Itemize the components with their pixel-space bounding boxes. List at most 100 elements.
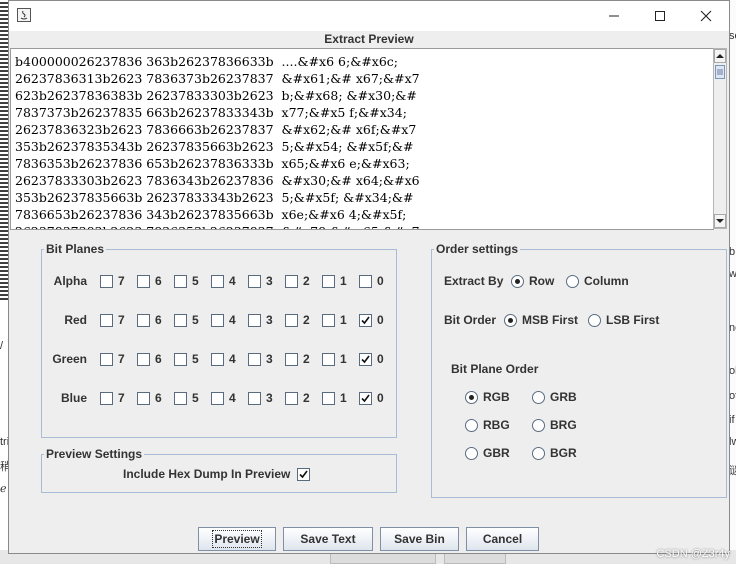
- bit-planes-title: Bit Planes: [44, 242, 107, 256]
- preview-button[interactable]: Preview: [198, 527, 276, 551]
- bit-checkbox-red-1[interactable]: [322, 314, 335, 327]
- plane-order-rgb-radio[interactable]: [465, 391, 478, 404]
- preview-scrollbar[interactable]: [713, 48, 727, 229]
- plane-order-brg-radio[interactable]: [532, 419, 545, 432]
- bit-checkbox-red-5[interactable]: [174, 314, 187, 327]
- bit-label: 3: [266, 313, 273, 327]
- checkmark-icon: [361, 355, 370, 364]
- extract-by-label: Extract By: [444, 274, 504, 288]
- plane-order-gbr-radio[interactable]: [465, 447, 478, 460]
- bit-checkbox-red-7[interactable]: [100, 314, 113, 327]
- bit-label: 2: [303, 313, 310, 327]
- bit-label: 5: [192, 391, 199, 405]
- bit-checkbox-alpha-0[interactable]: [359, 275, 372, 288]
- bit-checkbox-green-2[interactable]: [285, 353, 298, 366]
- bit-checkbox-red-2[interactable]: [285, 314, 298, 327]
- preview-line: 7837373b26237835 663b26237833343b x77;&#…: [15, 105, 407, 120]
- save-text-button-label: Save Text: [300, 532, 356, 546]
- maximize-icon: [655, 11, 665, 21]
- preview-line: 26237833303b2623 7836343b26237836 &#x30;…: [15, 173, 420, 188]
- bit-checkbox-blue-2[interactable]: [285, 392, 298, 405]
- bit-checkbox-blue-7[interactable]: [100, 392, 113, 405]
- bit-plane-row-label: Blue: [60, 391, 87, 405]
- bit-label: 3: [266, 352, 273, 366]
- bit-label: 6: [155, 352, 162, 366]
- background-text-fragment: ol: [729, 365, 736, 377]
- preview-line: 353b26237835663b 26237833343b2623 5;&#x5…: [15, 190, 414, 205]
- scroll-up-button[interactable]: [714, 49, 726, 63]
- preview-line: 26237837383b2623 7836353b26237837 &#x78;…: [15, 224, 420, 229]
- bit-checkbox-blue-0[interactable]: [359, 392, 372, 405]
- extract-by-column-radio[interactable]: [566, 275, 579, 288]
- preview-title: Extract Preview: [324, 32, 414, 46]
- plane-order-rbg-label: RBG: [483, 418, 510, 432]
- preview-line: 623b26237836383b 26237833303b2623 b;&#x6…: [15, 88, 417, 103]
- minimize-button[interactable]: [591, 1, 637, 31]
- hex-dump-checkbox[interactable]: [297, 468, 310, 481]
- preview-text-area[interactable]: b400000026237836 363b26237836633b ....&#…: [10, 48, 714, 230]
- cancel-button-label: Cancel: [482, 532, 523, 546]
- bit-checkbox-blue-1[interactable]: [322, 392, 335, 405]
- bit-checkbox-green-7[interactable]: [100, 353, 113, 366]
- order-settings-title: Order settings: [434, 242, 521, 256]
- bit-checkbox-red-6[interactable]: [137, 314, 150, 327]
- plane-order-rbg-radio[interactable]: [465, 419, 478, 432]
- save-bin-button[interactable]: Save Bin: [380, 527, 459, 551]
- bit-label: 6: [155, 391, 162, 405]
- bit-checkbox-green-1[interactable]: [322, 353, 335, 366]
- bit-checkbox-blue-3[interactable]: [248, 392, 261, 405]
- bit-order-msb-first-label: MSB First: [522, 313, 579, 327]
- close-button[interactable]: [683, 1, 729, 31]
- background-text-fragment: ne: [729, 322, 736, 334]
- bit-checkbox-red-3[interactable]: [248, 314, 261, 327]
- bit-checkbox-green-6[interactable]: [137, 353, 150, 366]
- bit-checkbox-green-5[interactable]: [174, 353, 187, 366]
- plane-order-grb-label: GRB: [550, 390, 577, 404]
- extract-by-column-label: Column: [584, 274, 629, 288]
- background-text-fragment: ℯ: [0, 483, 7, 495]
- bit-label: 5: [192, 274, 199, 288]
- bit-order-lsb-first-radio[interactable]: [588, 314, 601, 327]
- checkmark-icon: [299, 470, 308, 479]
- bit-checkbox-alpha-3[interactable]: [248, 275, 261, 288]
- scroll-down-button[interactable]: [714, 214, 726, 228]
- bit-label: 0: [377, 313, 384, 327]
- background-text-fragment: sc: [729, 30, 736, 42]
- bit-checkbox-alpha-6[interactable]: [137, 275, 150, 288]
- extract-by-row-radio[interactable]: [511, 275, 524, 288]
- bit-order-lsb-first-label: LSB First: [606, 313, 660, 327]
- plane-order-grb-radio[interactable]: [532, 391, 545, 404]
- maximize-button[interactable]: [637, 1, 683, 31]
- bit-checkbox-alpha-2[interactable]: [285, 275, 298, 288]
- scroll-thumb[interactable]: [715, 65, 725, 79]
- bit-checkbox-red-4[interactable]: [211, 314, 224, 327]
- bit-checkbox-alpha-1[interactable]: [322, 275, 335, 288]
- bit-label: 1: [340, 352, 347, 366]
- bit-checkbox-red-0[interactable]: [359, 314, 372, 327]
- extract-by-row-label: Row: [529, 274, 555, 288]
- bit-label: 0: [377, 274, 384, 288]
- bit-checkbox-blue-4[interactable]: [211, 392, 224, 405]
- bit-plane-row-label: Alpha: [53, 274, 87, 288]
- bit-checkbox-blue-6[interactable]: [137, 392, 150, 405]
- bit-label: 7: [118, 313, 125, 327]
- bit-order-label: Bit Order: [444, 313, 497, 327]
- bit-checkbox-green-0[interactable]: [359, 353, 372, 366]
- cancel-button[interactable]: Cancel: [466, 527, 539, 551]
- bit-checkbox-green-4[interactable]: [211, 353, 224, 366]
- bit-checkbox-alpha-4[interactable]: [211, 275, 224, 288]
- bit-checkbox-green-3[interactable]: [248, 353, 261, 366]
- bit-label: 4: [229, 352, 236, 366]
- preview-button-label: Preview: [212, 530, 262, 548]
- title-bar: [9, 1, 729, 31]
- bit-checkbox-alpha-5[interactable]: [174, 275, 187, 288]
- bit-order-msb-first-radio[interactable]: [504, 314, 517, 327]
- bit-label: 1: [340, 313, 347, 327]
- bit-checkbox-blue-5[interactable]: [174, 392, 187, 405]
- watermark: CSDN @Z3r4y: [656, 548, 730, 560]
- bit-label: 1: [340, 391, 347, 405]
- save-text-button[interactable]: Save Text: [283, 527, 373, 551]
- bit-checkbox-alpha-7[interactable]: [100, 275, 113, 288]
- plane-order-bgr-radio[interactable]: [532, 447, 545, 460]
- close-icon: [700, 10, 712, 22]
